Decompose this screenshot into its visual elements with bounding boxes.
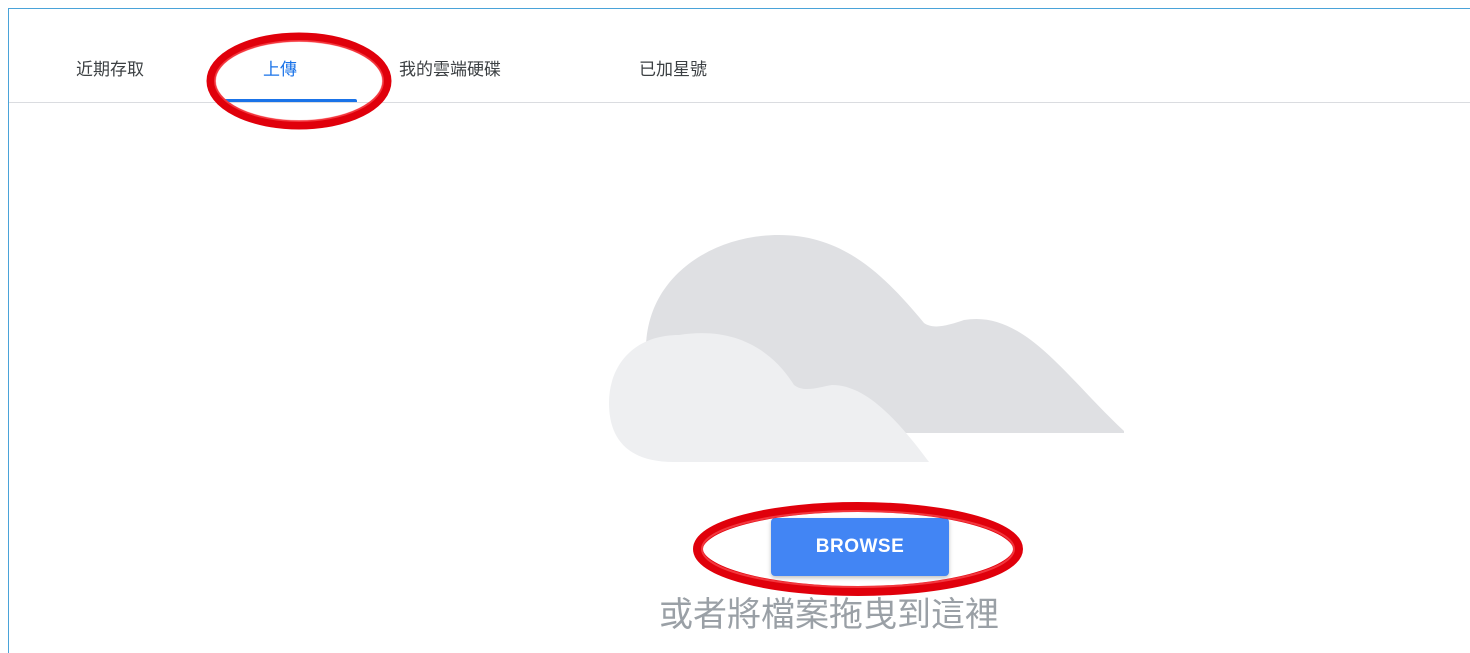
tab-recent[interactable]: 近期存取 (76, 55, 144, 80)
tab-bar: 近期存取 上傳 我的雲端硬碟 已加星號 (9, 9, 1470, 103)
tab-starred[interactable]: 已加星號 (639, 55, 707, 80)
file-picker-dialog: 近期存取 上傳 我的雲端硬碟 已加星號 BROWSE 或者將檔案拖曳到這裡 (8, 8, 1470, 653)
browse-button[interactable]: BROWSE (771, 518, 949, 576)
drop-hint-text: 或者將檔案拖曳到這裡 (659, 595, 999, 635)
tab-my-drive[interactable]: 我的雲端硬碟 (399, 55, 501, 80)
cloud-icon (609, 235, 1124, 462)
tab-upload[interactable]: 上傳 (263, 55, 297, 80)
active-tab-indicator (223, 99, 357, 102)
